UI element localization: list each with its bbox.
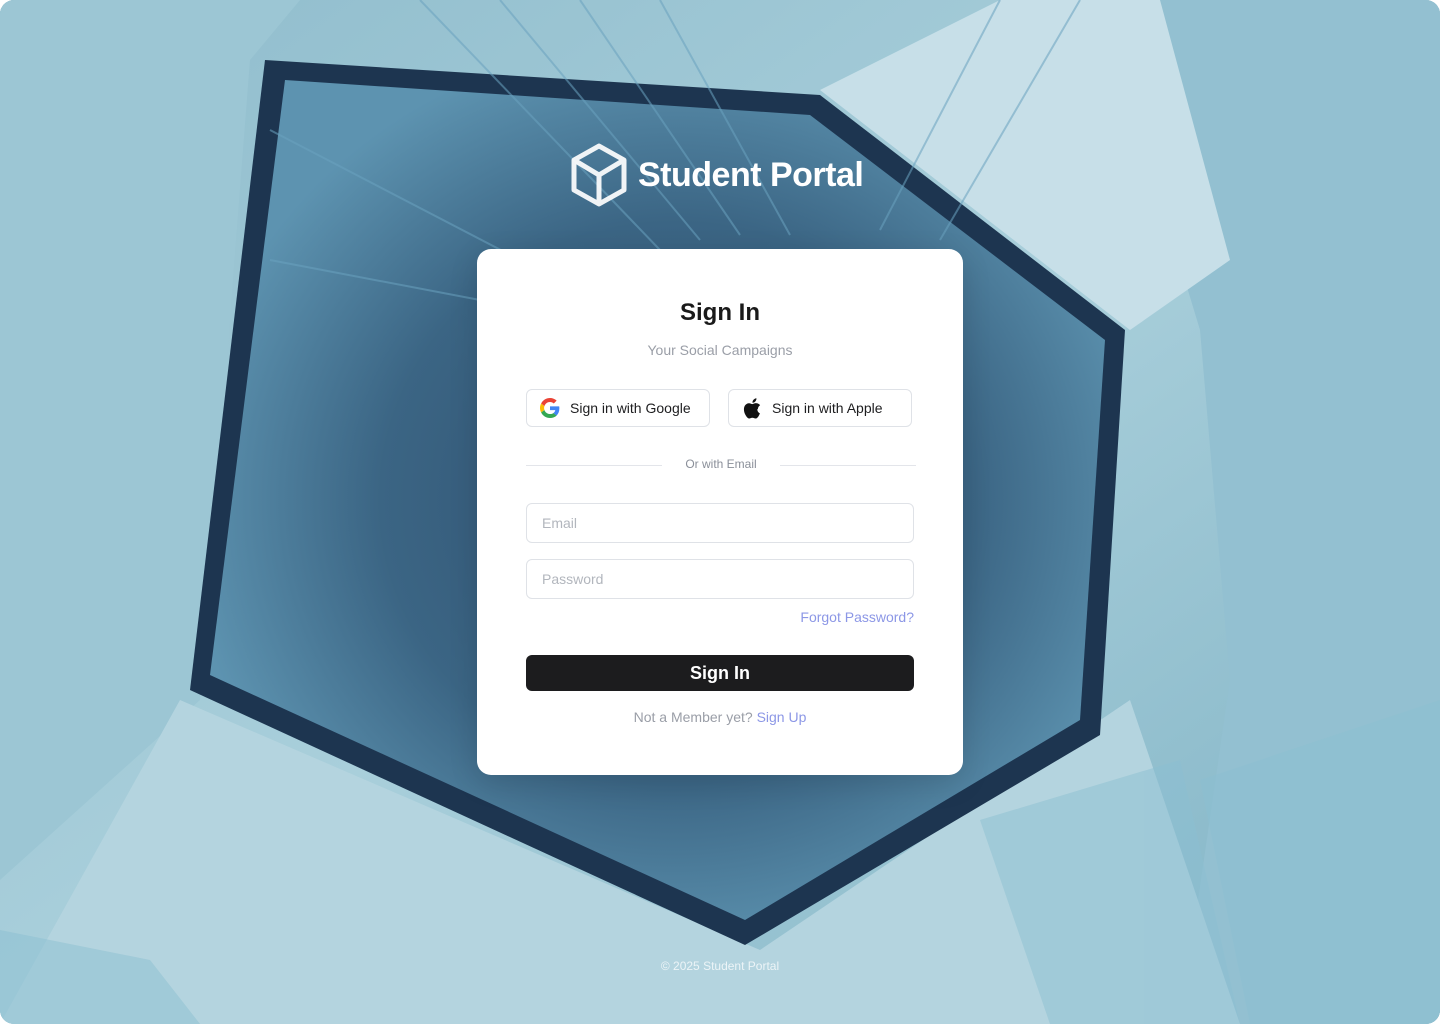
password-field[interactable] [527,560,913,598]
forgot-password-link[interactable]: Forgot Password? [800,609,914,625]
sign-in-button[interactable]: Sign In [526,655,914,691]
password-field-wrapper [526,559,914,599]
brand-logo: Student Portal [568,140,864,210]
email-field[interactable] [527,504,913,542]
member-text: Not a Member yet? [633,709,753,725]
apple-icon [741,397,763,419]
card-title: Sign In [680,299,760,326]
google-sign-in-button[interactable]: Sign in with Google [526,389,710,427]
divider-text: Or with Email [685,457,757,471]
page-background: Student Portal Sign In Your Social Campa… [0,0,1440,1024]
sign-in-card: Sign In Your Social Campaigns Sign in wi… [477,249,963,775]
email-divider: Or with Email [526,457,916,473]
brand-name: Student Portal [638,155,864,194]
sign-up-link[interactable]: Sign Up [757,709,807,725]
apple-sign-in-button[interactable]: Sign in with Apple [728,389,912,427]
apple-button-label: Sign in with Apple [772,400,883,416]
signup-prompt: Not a Member yet? Sign Up [477,709,963,725]
card-subtitle: Your Social Campaigns [647,342,793,358]
google-icon [539,397,561,419]
cube-icon [571,143,627,207]
google-button-label: Sign in with Google [570,400,691,416]
divider-line-right [780,465,916,466]
email-field-wrapper [526,503,914,543]
copyright-text: © 2025 Student Portal [660,959,780,973]
